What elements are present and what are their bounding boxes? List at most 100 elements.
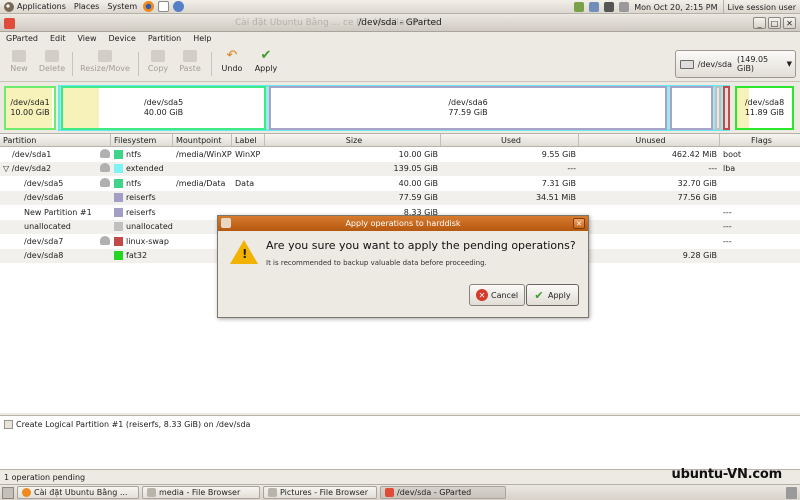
filesystem-cell: ntfs xyxy=(111,149,173,159)
close-window-button[interactable]: ✕ xyxy=(783,17,796,29)
used-cell: 34.51 MiB xyxy=(535,193,576,203)
menu-gparted[interactable]: GParted xyxy=(6,34,38,43)
update-notifier-icon[interactable] xyxy=(574,2,585,12)
minimize-button[interactable]: _ xyxy=(753,17,766,29)
cancel-icon: ✕ xyxy=(476,289,488,301)
dialog-close-button[interactable]: ✕ xyxy=(573,218,585,229)
new-icon xyxy=(12,50,26,62)
dialog-heading: Are you sure you want to apply the pendi… xyxy=(266,239,576,252)
used-cell: --- xyxy=(567,164,576,174)
menu-device[interactable]: Device xyxy=(108,34,135,43)
volume-icon[interactable] xyxy=(619,2,630,12)
trash-icon[interactable] xyxy=(786,487,797,499)
filesystem-color-swatch xyxy=(114,236,123,246)
apply-check-icon: ✔ xyxy=(534,288,544,302)
show-desktop-icon[interactable] xyxy=(2,486,14,499)
window-title: /dev/sda - GParted xyxy=(358,18,442,28)
map-partition-sda5[interactable]: /dev/sda5 40.00 GiB xyxy=(61,86,266,130)
window-title-bar[interactable]: Cài đặt Ubuntu Bằng ... ce IT - Mozilla … xyxy=(0,15,800,32)
paste-button[interactable]: Paste xyxy=(173,50,207,78)
delete-button[interactable]: Delete xyxy=(35,50,69,78)
resize-move-button[interactable]: Resize/Move xyxy=(78,50,132,78)
lock-key-cell xyxy=(95,163,111,174)
toolbar-separator xyxy=(138,52,139,76)
paste-icon xyxy=(183,50,197,62)
column-mountpoint[interactable]: Mountpoint xyxy=(173,134,232,146)
table-row[interactable]: /dev/sda1 ntfs/media/WinXP WinXP 10.00 GiB 9… xyxy=(0,147,800,162)
taskbar-item-media-browser[interactable]: media - File Browser xyxy=(142,486,260,499)
menu-system[interactable]: System xyxy=(107,2,137,11)
dialog-message: It is recommended to backup valuable dat… xyxy=(266,259,487,267)
undo-icon: ↶ xyxy=(226,48,238,63)
maximize-button[interactable]: □ xyxy=(768,17,781,29)
map-unallocated[interactable] xyxy=(715,86,721,130)
filesystem-cell: fat32 xyxy=(111,251,173,261)
gnome-logo-icon[interactable] xyxy=(4,1,14,12)
filesystem-color-swatch xyxy=(114,149,123,159)
resize-icon xyxy=(98,50,112,62)
column-partition[interactable]: Partition xyxy=(0,134,111,146)
column-unused[interactable]: Unused xyxy=(579,134,720,146)
gparted-icon xyxy=(385,488,394,497)
mail-launcher-icon[interactable] xyxy=(158,1,170,12)
device-selector[interactable]: /dev/sda (149.05 GiB) ▼ xyxy=(675,50,796,78)
table-row[interactable]: ▽ /dev/sda2 extended 139.05 GiB --- --- lba xyxy=(0,161,800,176)
mountpoint-cell: /media/Data xyxy=(176,178,226,188)
map-partition-sda6[interactable]: /dev/sda6 77.59 GiB xyxy=(269,86,667,130)
lock-key-cell xyxy=(95,177,111,189)
menu-edit[interactable]: Edit xyxy=(50,34,66,43)
apply-button[interactable]: ✔ Apply xyxy=(249,49,283,78)
column-label[interactable]: Label xyxy=(232,134,265,146)
menu-help[interactable]: Help xyxy=(193,34,211,43)
flags-cell: --- xyxy=(723,236,732,246)
menu-places[interactable]: Places xyxy=(74,2,99,11)
filesystem-cell: unallocated xyxy=(111,222,173,232)
cancel-button[interactable]: ✕ Cancel xyxy=(469,284,526,306)
firefox-launcher-icon[interactable] xyxy=(143,1,155,12)
filesystem-cell: reiserfs xyxy=(111,207,173,217)
status-bar: 1 operation pending xyxy=(4,473,86,482)
taskbar-item-gparted[interactable]: /dev/sda - GParted xyxy=(380,486,506,499)
lock-key-cell xyxy=(95,235,111,247)
label-cell: Data xyxy=(235,178,255,188)
menubar: GParted Edit View Device Partition Help xyxy=(0,32,800,45)
table-row[interactable]: /dev/sda6 reiserfs 77.59 GiB 34.51 MiB 77.56… xyxy=(0,190,800,205)
menu-partition[interactable]: Partition xyxy=(148,34,181,43)
size-cell: 40.00 GiB xyxy=(398,178,438,188)
map-new-partition[interactable] xyxy=(670,86,713,130)
device-size: (149.05 GiB) xyxy=(737,55,769,73)
column-flags[interactable]: Flags xyxy=(720,134,800,146)
toolbar: New Delete Resize/Move Copy Paste ↶ Undo… xyxy=(0,46,800,82)
battery-icon[interactable] xyxy=(604,2,615,12)
menu-view[interactable]: View xyxy=(78,34,97,43)
menu-applications[interactable]: Applications xyxy=(17,2,66,11)
dialog-apply-button[interactable]: ✔ Apply xyxy=(526,284,579,306)
map-partition-sda8[interactable]: /dev/sda8 11.89 GiB xyxy=(735,86,794,130)
filesystem-color-swatch xyxy=(114,207,123,217)
copy-button[interactable]: Copy xyxy=(141,50,175,78)
taskbar-item-firefox[interactable]: Cài đặt Ubuntu Bằng ... xyxy=(17,486,139,499)
column-filesystem[interactable]: Filesystem xyxy=(111,134,173,146)
pending-operation-item[interactable]: Create Logical Partition #1 (reiserfs, 8… xyxy=(4,420,250,429)
clock[interactable]: Mon Oct 20, 2:15 PM xyxy=(634,3,717,12)
partition-cell: ▽ /dev/sda2 xyxy=(3,164,52,174)
network-icon[interactable] xyxy=(589,2,600,12)
help-launcher-icon[interactable] xyxy=(173,1,185,12)
column-size[interactable]: Size xyxy=(265,134,441,146)
map-partition-sda7[interactable] xyxy=(723,86,730,130)
expander-icon[interactable]: ▽ xyxy=(3,164,12,173)
partition-cell: /dev/sda7 xyxy=(24,236,64,246)
column-used[interactable]: Used xyxy=(441,134,579,146)
mounted-key-icon xyxy=(100,148,110,158)
table-row[interactable]: /dev/sda5 ntfs/media/Data Data 40.00 GiB 7.3… xyxy=(0,176,800,191)
taskbar: Cài đặt Ubuntu Bằng ... media - File Bro… xyxy=(0,484,800,500)
filesystem-cell: reiserfs xyxy=(111,193,173,203)
taskbar-item-pictures-browser[interactable]: Pictures - File Browser xyxy=(263,486,377,499)
dialog-title-bar[interactable]: Apply operations to harddisk ✕ xyxy=(218,216,588,231)
undo-button[interactable]: ↶ Undo xyxy=(215,48,249,78)
session-user[interactable]: Live session user xyxy=(722,0,800,14)
new-button[interactable]: New xyxy=(2,50,36,78)
gparted-app-icon[interactable] xyxy=(4,18,15,29)
map-partition-sda1[interactable]: /dev/sda1 10.00 GiB xyxy=(4,86,56,130)
watermark: ubuntu-VN.com xyxy=(671,467,783,482)
